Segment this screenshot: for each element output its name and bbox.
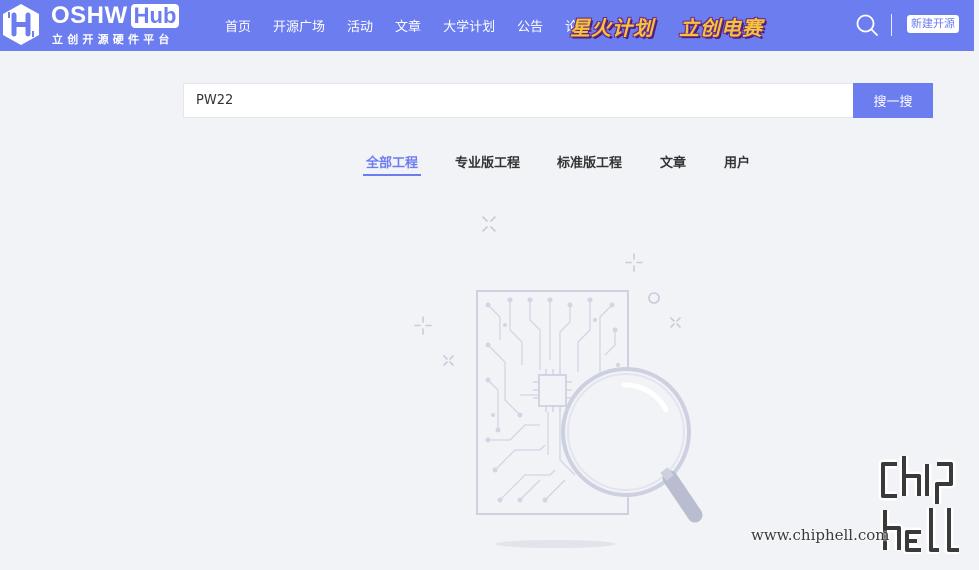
tab-articles[interactable]: 文章 xyxy=(660,152,686,176)
nav-home[interactable]: 首页 xyxy=(225,16,251,35)
chiphell-watermark-logo xyxy=(878,456,959,554)
tab-users[interactable]: 用户 xyxy=(724,152,750,176)
main-nav: 首页 开源广场 活动 文章 大学计划 公告 论坛 xyxy=(214,0,602,51)
tab-standard-projects[interactable]: 标准版工程 xyxy=(557,152,622,176)
tab-pro-projects[interactable]: 专业版工程 xyxy=(455,152,520,176)
tab-all-projects[interactable]: 全部工程 xyxy=(366,152,418,176)
promo-spark-program[interactable]: 星火计划 xyxy=(570,12,654,40)
logo-subtitle: 立创开源硬件平台 xyxy=(52,33,174,46)
nav-university-program[interactable]: 大学计划 xyxy=(443,16,495,35)
nav-announcements[interactable]: 公告 xyxy=(517,16,543,35)
logo-hub-badge: Hub xyxy=(130,4,180,28)
page-edge xyxy=(974,0,979,51)
logo-word: OSHW xyxy=(51,2,128,29)
search-input[interactable] xyxy=(184,84,853,117)
nav-open-square[interactable]: 开源广场 xyxy=(273,16,325,35)
top-navigation-bar: OSHW Hub 立创开源硬件平台 首页 开源广场 活动 文章 大学计划 公告 … xyxy=(0,0,979,51)
new-open-source-button[interactable]: 新建开源 xyxy=(907,15,959,33)
promo-electronics-contest[interactable]: 立创电赛 xyxy=(679,12,763,40)
logo-wordmark[interactable]: OSHW Hub xyxy=(51,2,180,29)
logo-icon[interactable] xyxy=(2,3,40,46)
header-divider xyxy=(891,14,892,36)
search-box xyxy=(183,83,854,118)
search-button[interactable]: 搜一搜 xyxy=(853,83,933,118)
search-icon[interactable] xyxy=(855,13,879,37)
active-tab-indicator xyxy=(363,174,421,176)
empty-search-result-icon xyxy=(414,216,703,548)
nav-events[interactable]: 活动 xyxy=(347,16,373,35)
watermark-url: www.chiphell.com xyxy=(751,526,890,544)
nav-articles[interactable]: 文章 xyxy=(395,16,421,35)
